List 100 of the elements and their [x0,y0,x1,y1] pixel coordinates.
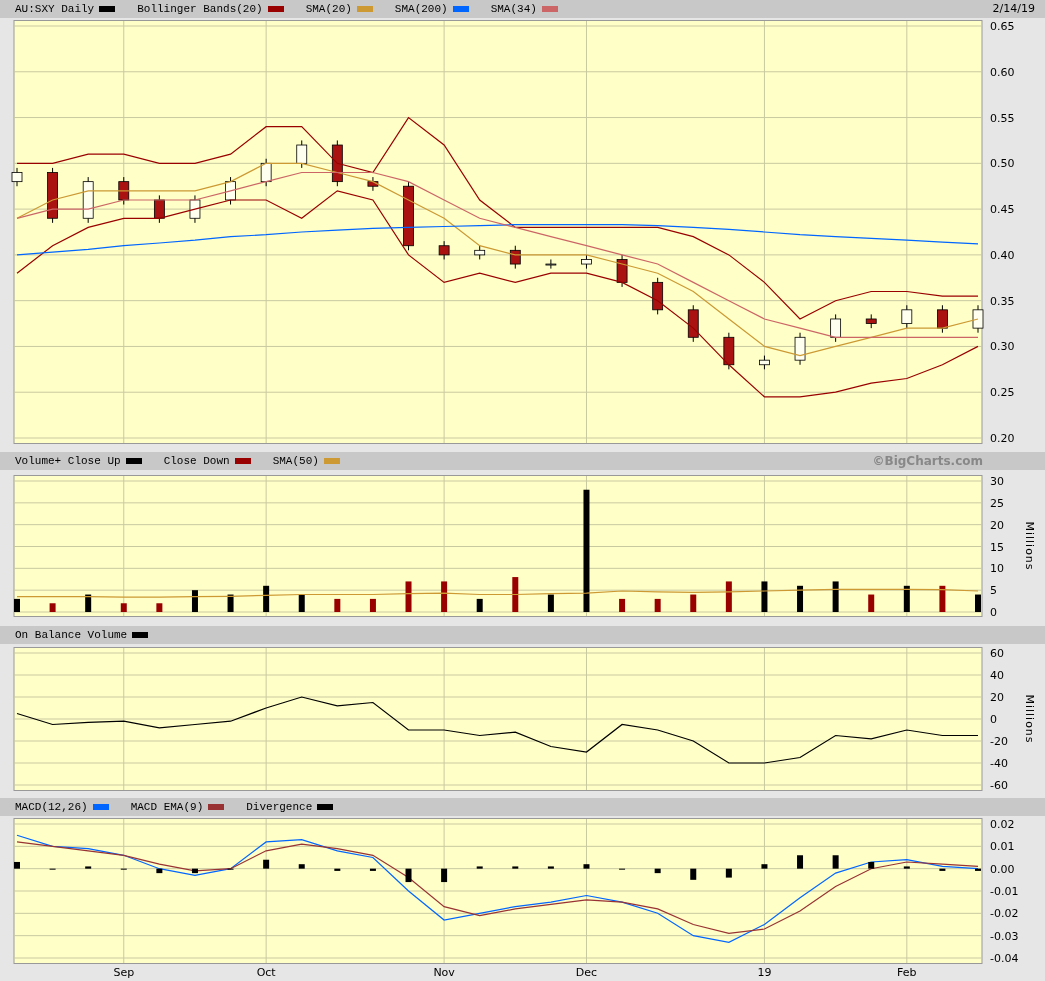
axis-tick-label: 0.55 [990,111,1015,125]
axis-tick-label: -40 [990,757,1008,770]
histogram-bar [690,594,697,612]
histogram-bar [405,581,412,612]
legend-label: Divergence [246,799,313,815]
histogram-bar [512,577,519,612]
axis-tick-label: 0.60 [990,65,1015,79]
candlestick [47,167,58,224]
candlestick [118,176,130,206]
axis-tick-label: 0.35 [990,294,1015,308]
histogram-bar [405,868,412,883]
candlestick [652,277,664,315]
axis-title: Millions [1023,694,1036,744]
histogram-bar [120,603,127,612]
histogram-bar [797,855,804,869]
legend-label: MACD(12,26) [15,799,88,815]
axis-tick-label: 0.02 [990,818,1015,831]
axis-tick-label: 0.30 [990,340,1015,354]
histogram-bar [619,598,626,612]
candlestick [367,176,379,192]
histogram-bar [263,585,270,612]
histogram-bar [690,868,697,880]
histogram-bar [832,581,839,612]
axis-tick-label: -20 [990,735,1008,748]
histogram-bar [191,868,198,874]
histogram-bar [441,868,448,883]
legend-label: Volume+ Close Up [15,453,121,469]
axis-tick-label: Nov [433,966,455,979]
histogram-bar [227,594,234,612]
axis-tick-label: 30 [990,475,1004,488]
histogram-bar [868,594,875,612]
legend-label: SMA(50) [272,453,319,469]
candlestick [331,139,343,187]
histogram-bar [85,594,92,612]
axis-tick-label: 0.00 [990,862,1015,876]
histogram-bar [156,603,163,612]
axis-tick-label: 0 [990,606,997,619]
histogram-bar [476,866,483,869]
histogram-bar [868,861,875,869]
histogram-bar [725,868,732,878]
legend-label: AU:SXY Daily [15,1,95,17]
histogram-bar [975,868,981,871]
axis-tick-label: Sep [113,966,135,979]
axis-tick-label: 15 [990,540,1004,554]
candlestick [581,254,592,270]
watermark-label: ©BigCharts.com [872,453,983,470]
candlestick [260,158,272,187]
candlestick [403,181,414,251]
axis-tick-label: -0.02 [990,907,1019,921]
axis-tick-label: -60 [990,779,1008,792]
histogram-bar [654,868,661,874]
histogram-bar [476,598,483,612]
candlestick [972,304,984,334]
histogram-bar [441,581,448,612]
axis-tick-label: 20 [990,518,1004,532]
histogram-bar [298,864,305,869]
histogram-bar [85,866,92,869]
histogram-bar [156,868,163,874]
histogram-bar [369,598,376,612]
candlestick [225,176,236,206]
axis-tick-label: Dec [575,966,598,979]
histogram-bar [761,581,768,612]
legend-label: Close Down [163,453,230,469]
candlestick [794,332,806,366]
candlestick [153,194,165,224]
axis-title: Millions [1023,521,1036,571]
candlestick [509,245,521,270]
candlestick [82,176,94,224]
legend-label: Bollinger Bands(20) [137,1,263,17]
legend-label: MACD EMA(9) [130,799,204,815]
histogram-bar [725,581,732,612]
histogram-bar [49,603,56,612]
legend-label: SMA(20) [305,1,352,17]
histogram-bar [334,868,341,871]
histogram-bar [975,594,981,612]
axis-tick-label: 0.25 [990,386,1015,400]
axis-tick-label: 0 [990,713,997,726]
candlestick [545,258,557,270]
axis-tick-label: 0.20 [990,432,1015,445]
axis-tick-label: -0.04 [990,952,1019,965]
histogram-bar [369,868,376,871]
histogram-bar [797,585,804,612]
histogram-bar [14,861,20,869]
histogram-bar [547,866,554,869]
candlestick [830,313,842,343]
axis-tick-label: Feb [897,966,917,979]
histogram-bar [761,864,768,869]
candlestick [937,304,948,334]
candlestick [759,355,770,370]
histogram-bar [334,598,341,612]
histogram-bar [903,866,910,869]
legend-label: On Balance Volume [15,627,128,643]
histogram-bar [939,585,946,612]
date-label: 2/14/19 [992,0,1035,17]
candlestick [438,240,450,260]
histogram-bar [654,598,661,612]
candlestick [616,254,628,288]
legend-label: SMA(200) [394,1,448,17]
axis-tick-label: 0.01 [990,840,1015,854]
histogram-bar [298,594,305,612]
